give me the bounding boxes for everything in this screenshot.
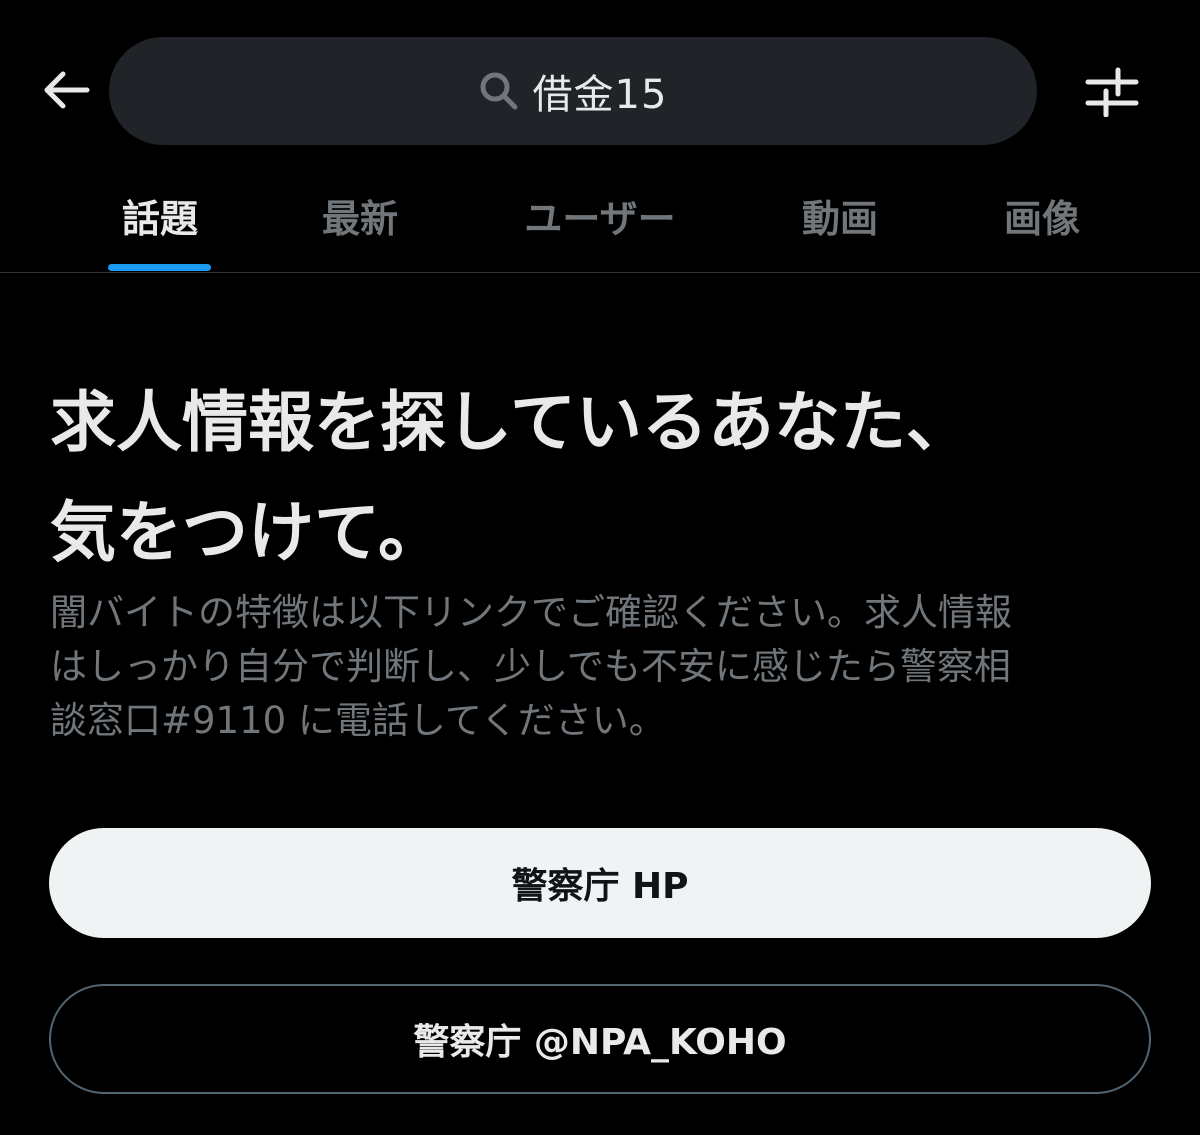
body-line-1: 闇バイトの特徴は以下リンクでご確認ください。求人情報 bbox=[50, 591, 1012, 634]
tab-videos[interactable]: 動画 bbox=[740, 180, 940, 272]
active-tab-indicator bbox=[108, 264, 211, 271]
notice-headline: 求人情報を探しているあなた、 気をつけて。 bbox=[50, 368, 1160, 588]
npa-account-button[interactable]: 警察庁 @NPA_KOHO bbox=[49, 984, 1151, 1094]
top-bar: 借金15 bbox=[0, 0, 1200, 180]
npa-homepage-button[interactable]: 警察庁 HP bbox=[49, 828, 1151, 938]
search-query-text: 借金15 bbox=[532, 72, 668, 118]
tab-users[interactable]: ユーザー bbox=[470, 180, 730, 272]
search-icon bbox=[479, 71, 519, 111]
arrow-left-icon bbox=[41, 70, 91, 114]
body-line-2: はしっかり自分で判断し、少しでも不安に感じたら警察相 bbox=[50, 645, 1011, 688]
tab-latest[interactable]: 最新 bbox=[260, 180, 460, 272]
search-tabs: 話題 最新 ユーザー 動画 画像 bbox=[0, 180, 1200, 273]
headline-line-2: 気をつけて。 bbox=[50, 494, 445, 571]
npa-account-button-label: 警察庁 @NPA_KOHO bbox=[413, 1022, 787, 1063]
filter-button[interactable] bbox=[1080, 62, 1144, 126]
tab-images[interactable]: 画像 bbox=[942, 180, 1142, 272]
npa-homepage-button-label: 警察庁 HP bbox=[511, 866, 689, 907]
search-input[interactable]: 借金15 bbox=[109, 37, 1037, 145]
notice-body: 闇バイトの特徴は以下リンクでご確認ください。求人情報 はしっかり自分で判断し、少… bbox=[50, 586, 1130, 748]
body-line-3: 談窓口#9110 に電話してください。 bbox=[50, 699, 666, 742]
sliders-icon bbox=[1084, 67, 1140, 121]
headline-line-1: 求人情報を探しているあなた、 bbox=[50, 384, 973, 461]
back-button[interactable] bbox=[36, 62, 96, 122]
tab-trending[interactable]: 話題 bbox=[60, 180, 260, 272]
